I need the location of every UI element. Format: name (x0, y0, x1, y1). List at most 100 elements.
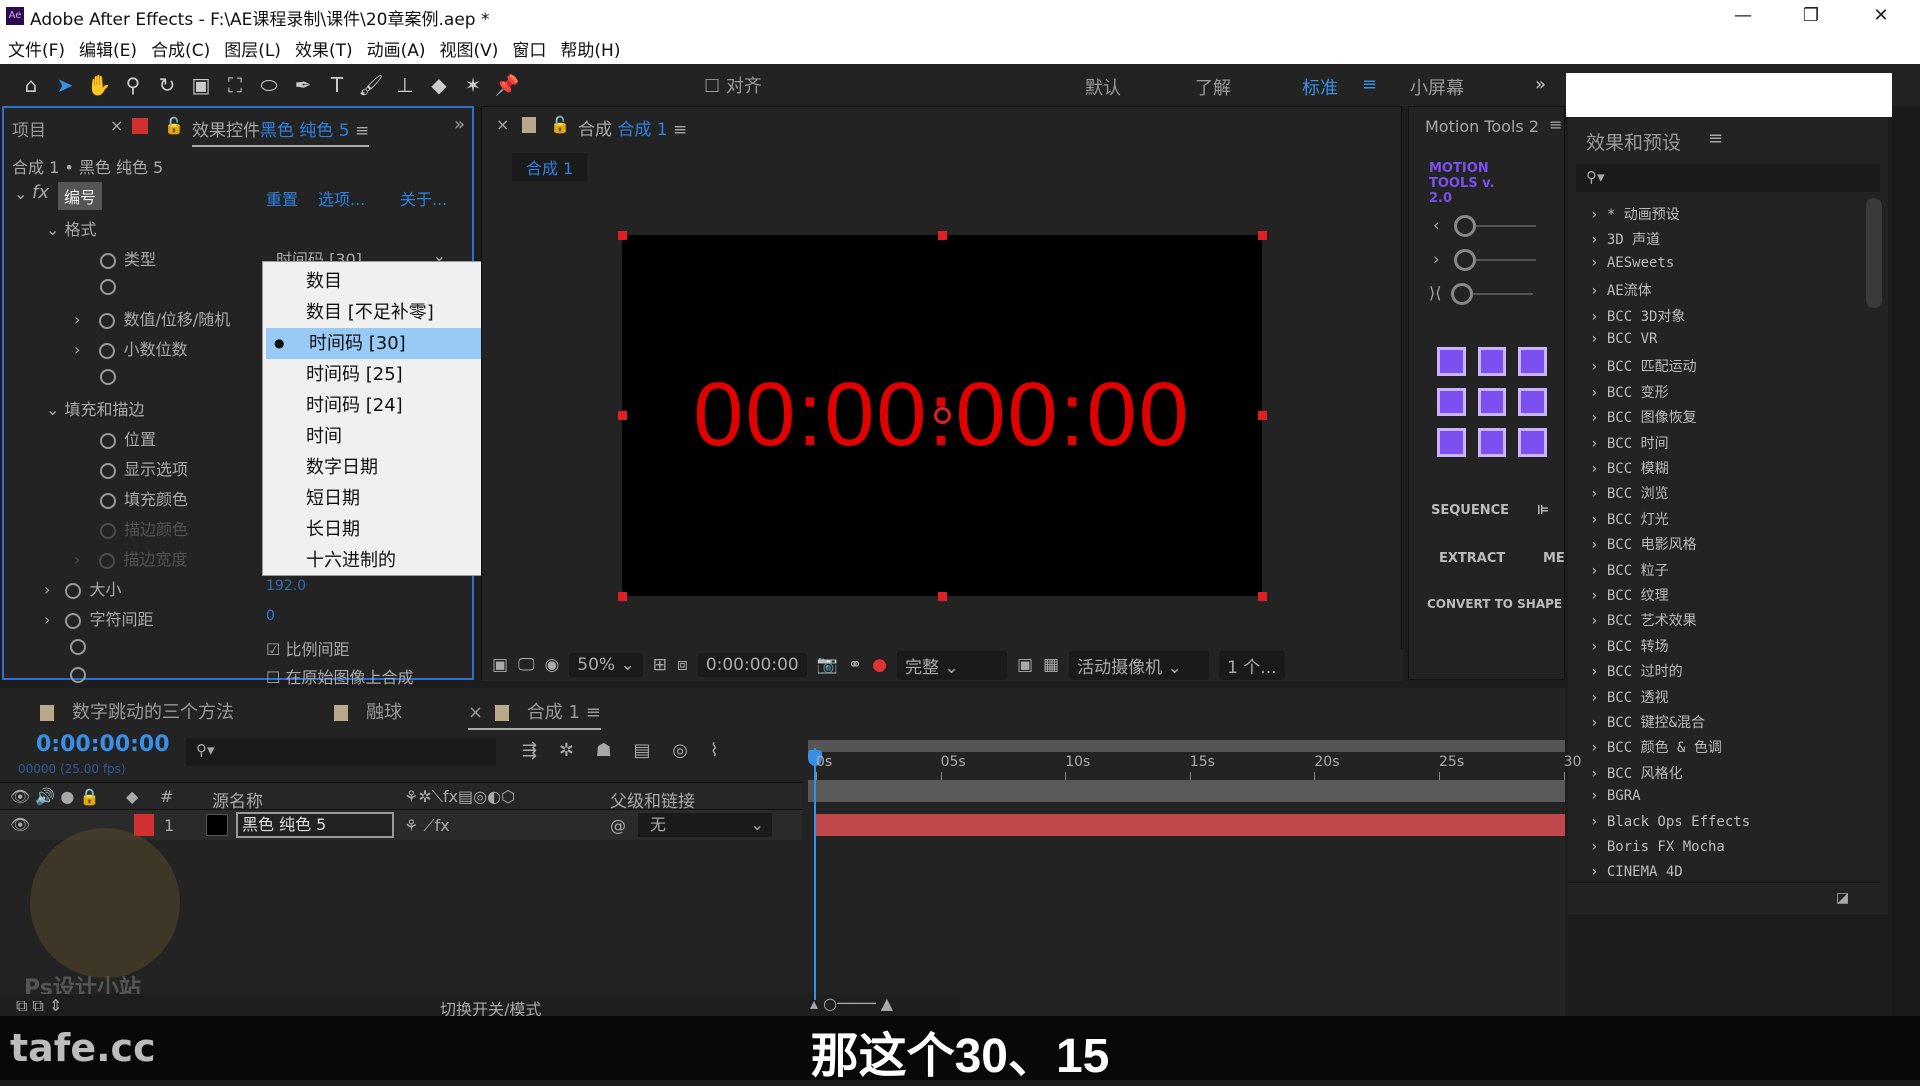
preset-category[interactable]: › AESweets (1590, 255, 1674, 271)
show-snapshot-icon[interactable]: ⚭ (848, 655, 862, 675)
puppet-tool-icon[interactable]: 📌 (490, 73, 524, 97)
anchor-cell[interactable] (1518, 347, 1547, 376)
comp-canvas[interactable]: 00:00:00:00 (618, 231, 1267, 601)
preset-category[interactable]: › BCC 纹理 (1590, 585, 1669, 605)
anchor-cell[interactable] (1477, 347, 1507, 376)
size-value[interactable]: 192.0 (266, 578, 306, 594)
fill-stroke-group[interactable]: ⌄ 填充和描边 (46, 396, 145, 420)
pen-tool-icon[interactable]: ✒ (286, 73, 320, 97)
monitor-icon[interactable]: 🖵 (518, 655, 534, 675)
preset-category[interactable]: › CINEMA 4D (1590, 864, 1683, 880)
preset-category[interactable]: › BCC 时间 (1590, 433, 1669, 453)
frame-blend-icon[interactable]: ▤ (634, 740, 651, 761)
preset-category[interactable]: › BCC 键控&混合 (1590, 712, 1705, 732)
views-select[interactable]: 1 个... (1219, 650, 1285, 680)
workspace-standard[interactable]: 标准 (1302, 74, 1338, 100)
menu-window[interactable]: 窗口 (512, 36, 546, 61)
menu-file[interactable]: 文件(F) (8, 36, 65, 61)
workspace-default[interactable]: 默认 (1085, 74, 1121, 100)
comp-flowchart-icon[interactable]: ⇶ (522, 740, 537, 761)
stamp-tool-icon[interactable]: ⊥ (388, 73, 422, 97)
preset-category[interactable]: › BCC 透视 (1590, 687, 1669, 707)
layer-duration-bar[interactable] (814, 814, 1565, 836)
menu-help[interactable]: 帮助(H) (560, 36, 620, 61)
brush-tool-icon[interactable]: 🖌 (354, 73, 388, 97)
sequence-icon[interactable]: ⊫ (1537, 503, 1549, 518)
preset-category[interactable]: › Black Ops Effects (1590, 814, 1750, 830)
draft-3d-icon[interactable]: ✲ (559, 740, 574, 761)
dropdown-option[interactable]: 十六进制的 (263, 545, 498, 576)
composite-original-checkbox[interactable]: ☐ 在原始图像上合成 (266, 664, 413, 688)
transform-handle[interactable] (938, 231, 947, 240)
workspace-learn[interactable]: 了解 (1195, 74, 1231, 100)
tab-metaball[interactable]: 融球 (334, 698, 402, 724)
restore-button[interactable]: ❐ (1788, 2, 1834, 30)
text-tool-icon[interactable]: T (320, 73, 354, 97)
preset-category[interactable]: › BCC 模糊 (1590, 458, 1669, 478)
format-group[interactable]: ⌄ 格式 (46, 216, 97, 240)
presets-search-input[interactable]: ⚲▾ (1576, 164, 1880, 192)
close-button[interactable]: ✕ (1858, 2, 1904, 30)
anchor-cell[interactable] (1477, 428, 1507, 457)
anchor-cell[interactable] (1518, 428, 1547, 457)
ease-slider-both[interactable]: ⟩⟨ (1429, 283, 1559, 305)
graph-editor-icon[interactable]: ⌇ (710, 740, 719, 761)
transform-handle[interactable] (618, 592, 627, 601)
close-tab-icon[interactable]: × (496, 115, 509, 134)
preset-category[interactable]: › BCC VR (1590, 331, 1657, 347)
label-color-swatch[interactable] (134, 814, 154, 836)
parent-select[interactable]: 无 ⌄ (638, 813, 772, 837)
timeline-timecode[interactable]: 0:00:00:00 (36, 732, 170, 757)
shy-icon[interactable]: ☗ (596, 740, 612, 761)
footer-icons[interactable]: ⧉ ⧉ ⇕ (16, 996, 62, 1016)
menu-layer[interactable]: 图层(L) (224, 36, 281, 61)
tab-comp-1[interactable]: × 合成 1 ≡ (468, 698, 601, 730)
menu-edit[interactable]: 编辑(E) (79, 36, 137, 61)
stopwatch-icon[interactable] (65, 582, 82, 599)
proportional-spacing-checkbox[interactable]: ☑ 比例间距 (266, 636, 349, 660)
workspace-small-screen[interactable]: 小屏幕 (1410, 74, 1464, 100)
sequence-button[interactable]: SEQUENCE (1431, 503, 1509, 518)
resolution-select[interactable]: 完整 ⌄ (896, 650, 1007, 680)
dropdown-option[interactable]: 数目 (263, 266, 498, 297)
close-tab-icon[interactable]: × (110, 116, 123, 135)
zoom-tool-icon[interactable]: ⚲ (116, 73, 150, 97)
playhead[interactable] (814, 748, 816, 1000)
snap-checkbox[interactable]: ☐ 对齐 (704, 72, 762, 98)
dropdown-option[interactable]: ● 时间码 [30] (266, 328, 496, 359)
tab-project[interactable]: 项目 (12, 116, 46, 141)
camera-tool-icon[interactable]: ▣ (184, 73, 218, 97)
lock-icon[interactable]: 🔓 (550, 115, 570, 134)
dropdown-option[interactable]: 数字日期 (263, 452, 498, 483)
dropdown-option[interactable]: 数目 [不足补零] (263, 297, 498, 328)
dropdown-option[interactable]: 长日期 (263, 514, 498, 545)
col-source-name[interactable]: 源名称 (212, 787, 263, 812)
grid-icon[interactable]: ⊞ (653, 655, 667, 675)
dropdown-option[interactable]: 时间码 [24] (263, 390, 498, 421)
preset-category[interactable]: › BCC 粒子 (1590, 560, 1669, 580)
tracking-value[interactable]: 0 (266, 608, 275, 624)
preset-category[interactable]: › * 动画预设 (1590, 204, 1680, 224)
pickwhip-icon[interactable]: @ (610, 816, 626, 835)
stopwatch-icon[interactable] (70, 666, 86, 683)
region-icon[interactable]: ⧈ (677, 655, 688, 675)
layer-switches[interactable]: ⚘ ⟋fx (404, 816, 450, 836)
preset-category[interactable]: › 3D 声道 (1590, 229, 1660, 249)
transform-handle[interactable] (938, 592, 947, 601)
selection-tool-icon[interactable]: ➤ (48, 73, 82, 97)
preset-category[interactable]: › BCC 转场 (1590, 636, 1669, 656)
channels-icon[interactable]: ● (872, 655, 887, 675)
stopwatch-icon[interactable] (99, 342, 116, 359)
stopwatch-icon[interactable] (70, 638, 86, 655)
menu-animation[interactable]: 动画(A) (367, 36, 426, 61)
preset-category[interactable]: › Boris FX Mocha (1590, 839, 1725, 855)
minimize-button[interactable]: — (1720, 2, 1766, 30)
dropdown-option[interactable]: 时间 (263, 421, 498, 452)
current-time-field[interactable]: 0:00:00:00 (697, 653, 807, 677)
visibility-eye-icon[interactable]: 👁 (10, 815, 30, 834)
motion-blur-icon[interactable]: ◎ (672, 740, 688, 761)
mask-icon[interactable]: ◉ (544, 655, 559, 675)
lock-icon[interactable]: 🔓 (164, 116, 184, 135)
stopwatch-icon[interactable] (100, 368, 116, 385)
zoom-select[interactable]: 50% ⌄ (569, 653, 643, 677)
